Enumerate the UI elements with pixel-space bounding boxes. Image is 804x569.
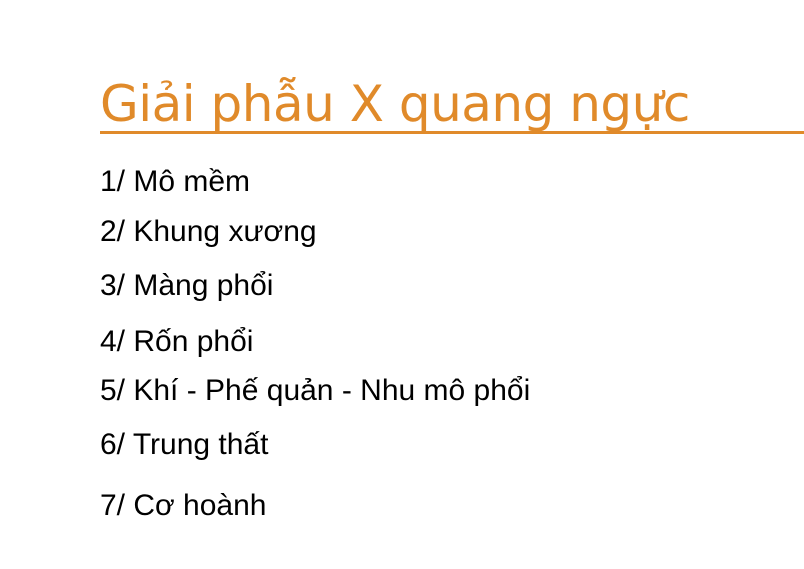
slide: Giải phẫu X quang ngực 1/ Mô mềm 2/ Khun… <box>0 0 804 569</box>
list-item-trung-that: 6/ Trung thất <box>100 428 269 461</box>
list-item-khi-phe-quan: 5/ Khí - Phế quản - Nhu mô phổi <box>100 374 531 407</box>
list-item-ron-phoi: 4/ Rốn phổi <box>100 325 254 358</box>
list-item-mo-mem: 1/ Mô mềm <box>100 165 251 198</box>
list-item-khung-xuong: 2/ Khung xương <box>100 215 317 248</box>
list-item-co-hoanh: 7/ Cơ hoành <box>100 489 267 522</box>
list-item-mang-phoi: 3/ Màng phổi <box>100 269 274 302</box>
title-underline <box>100 131 804 134</box>
slide-title: Giải phẫu X quang ngực <box>100 75 690 133</box>
